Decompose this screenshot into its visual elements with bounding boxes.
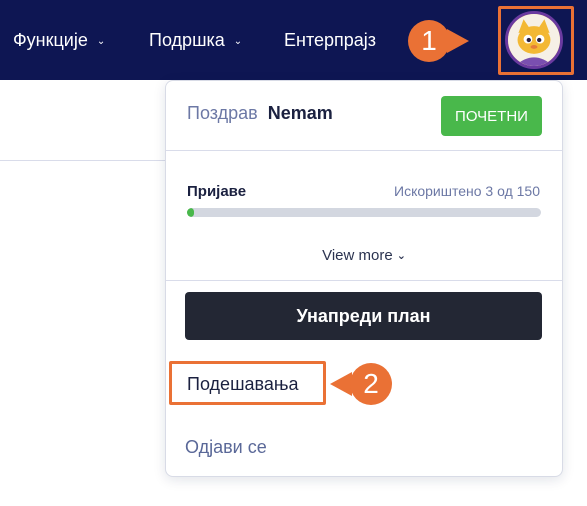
nav-item-features[interactable]: Функције ⌄ xyxy=(13,0,105,80)
nav-item-support-label: Подршка xyxy=(149,29,225,50)
nav-item-support[interactable]: Подршка ⌄ xyxy=(149,0,242,80)
user-name: Nemam xyxy=(267,103,333,123)
logout-menu-item[interactable]: Одјави се xyxy=(185,437,267,458)
view-more-label: View more xyxy=(322,247,393,264)
menu-divider xyxy=(166,150,562,151)
account-dropdown-menu: Поздрав Nemam ПОЧЕТНИ Пријаве Искориштен… xyxy=(165,80,563,477)
user-avatar-button[interactable] xyxy=(505,11,563,69)
nav-item-enterprise-label: Ентерпрајз xyxy=(284,29,377,50)
step-2-callout: 2 xyxy=(350,363,392,405)
plan-badge[interactable]: ПОЧЕТНИ xyxy=(441,96,542,136)
usage-count: Искориштено 3 од 150 xyxy=(394,183,540,199)
nav-item-enterprise[interactable]: Ентерпрајз xyxy=(284,0,376,80)
usage-progress-bar xyxy=(187,208,541,217)
view-more-link[interactable]: View more ⌄ xyxy=(166,247,562,264)
upgrade-plan-button[interactable]: Унапреди план xyxy=(185,292,542,340)
step-1-arrow-icon xyxy=(447,29,469,53)
cat-avatar-icon xyxy=(508,14,560,66)
greeting-row: Поздрав Nemam xyxy=(187,103,333,124)
step-1-callout: 1 xyxy=(408,20,450,62)
settings-highlight-box xyxy=(169,361,326,405)
usage-label: Пријаве xyxy=(187,183,247,200)
nav-item-features-label: Функције xyxy=(13,29,88,50)
chevron-down-icon: ⌄ xyxy=(396,250,406,262)
chevron-down-icon: ⌄ xyxy=(233,35,243,47)
usage-progress-fill xyxy=(187,208,195,217)
page-divider xyxy=(0,160,165,161)
step-2-arrow-icon xyxy=(330,372,352,396)
chevron-down-icon: ⌄ xyxy=(96,35,106,47)
menu-divider xyxy=(166,280,562,281)
greeting-text: Поздрав xyxy=(187,103,258,123)
